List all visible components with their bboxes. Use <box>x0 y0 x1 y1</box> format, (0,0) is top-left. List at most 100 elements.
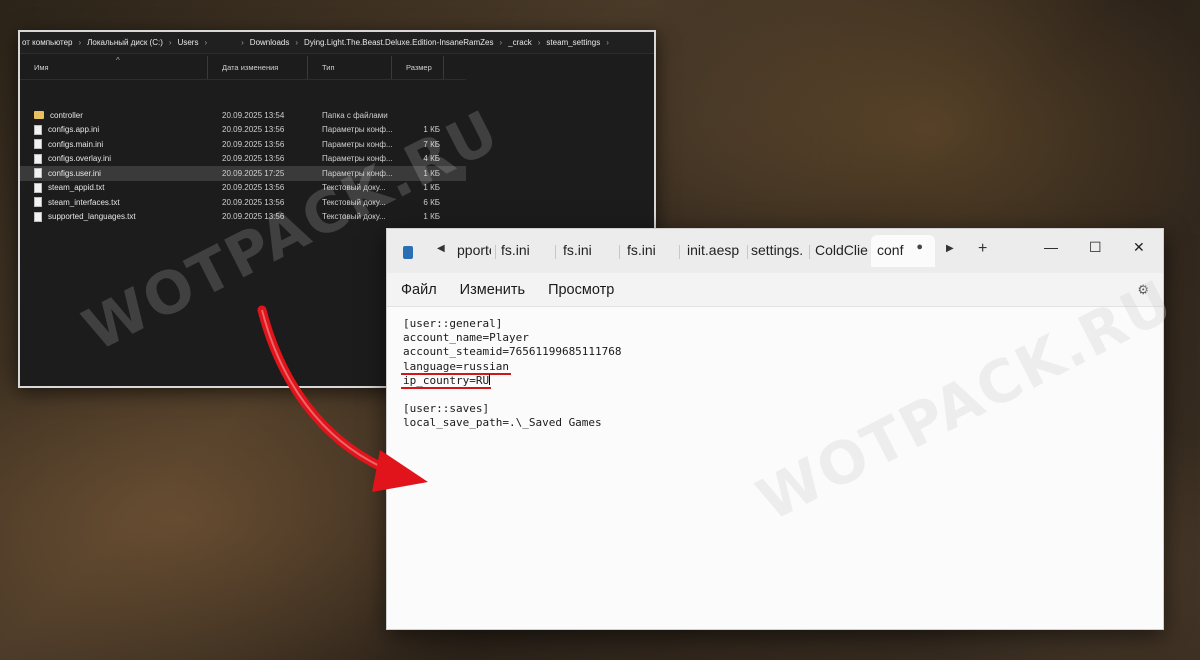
menu-view[interactable]: Просмотр <box>548 282 614 298</box>
breadcrumb-item[interactable]: Downloads <box>250 38 290 47</box>
menu-bar: Файл Изменить Просмотр ⚙ <box>387 273 1163 307</box>
tab-divider <box>619 245 620 259</box>
breadcrumb-item[interactable]: Локальный диск (C:) <box>87 38 163 47</box>
breadcrumb-item[interactable]: Users <box>178 38 199 47</box>
file-name: steam_appid.txt <box>48 183 105 193</box>
file-size: 1 КБ <box>423 125 440 135</box>
editor-line-text: account_steamid=76561199685111768 <box>403 345 622 359</box>
breadcrumb-separator-icon: › <box>295 38 299 47</box>
minimize-button[interactable]: — <box>1044 239 1058 255</box>
file-name: configs.overlay.ini <box>48 154 111 164</box>
tab-active[interactable]: conf ● <box>871 235 935 267</box>
column-header-type[interactable]: Тип <box>308 56 392 79</box>
file-name-cell: configs.app.ini <box>20 124 208 135</box>
column-header-name[interactable]: ^ Имя <box>20 56 208 79</box>
file-icon <box>34 168 42 179</box>
tab[interactable]: fs.ini <box>627 242 656 258</box>
new-tab-button[interactable]: + <box>978 240 987 258</box>
breadcrumb-separator-icon: › <box>168 38 172 47</box>
settings-gear-icon[interactable]: ⚙ <box>1137 282 1149 298</box>
tab[interactable]: fs.ini <box>501 242 530 258</box>
file-row[interactable]: controller 20.09.2025 13:54 Папка с файлам… <box>20 108 466 123</box>
file-name: configs.main.ini <box>48 139 104 149</box>
editor-line-text: language=russian <box>401 359 511 375</box>
breadcrumb-separator-icon: › <box>537 38 541 47</box>
file-row[interactable]: configs.main.ini 20.09.2025 13:56 Параметр… <box>20 137 466 152</box>
file-size: 1 КБ <box>423 168 440 178</box>
title-bar: ◀ pporte fs.ini fs.ini fs.ini init.aesp … <box>387 229 1163 273</box>
menu-file[interactable]: Файл <box>401 282 437 298</box>
file-icon <box>34 153 42 164</box>
text-editor[interactable]: [user::general] account_name=Player accoun… <box>387 307 1163 629</box>
file-size: 6 КБ <box>423 197 440 207</box>
menu-edit[interactable]: Изменить <box>460 282 525 298</box>
breadcrumb-item[interactable]: Dying.Light.The.Beast.Deluxe.Edition-Ins… <box>304 38 493 47</box>
tab-divider <box>679 245 680 259</box>
breadcrumb: от компьютер › Локальный диск (C:) › Use… <box>20 32 654 54</box>
breadcrumb-item[interactable]: steam_settings <box>546 38 600 47</box>
file-name-cell: configs.main.ini <box>20 139 208 150</box>
file-size: 1 КБ <box>423 212 440 222</box>
file-date: 20.09.2025 13:56 <box>222 183 285 193</box>
breadcrumb-item[interactable]: _crack <box>508 38 532 47</box>
file-icon <box>34 124 42 135</box>
column-header-label: Имя <box>34 63 49 72</box>
column-header-size[interactable]: Размер <box>392 56 444 79</box>
file-name-cell: supported_languages.txt <box>20 211 208 222</box>
file-icon <box>34 211 42 222</box>
file-date: 20.09.2025 13:56 <box>222 125 285 135</box>
column-header-row: ^ Имя Дата изменения Тип Размер <box>20 56 466 80</box>
editor-line: local_save_path=.\_Saved Games <box>403 416 1163 430</box>
file-icon <box>34 197 42 208</box>
file-date: 20.09.2025 13:54 <box>222 110 285 120</box>
file-row[interactable]: configs.overlay.ini 20.09.2025 13:56 Парам… <box>20 152 466 167</box>
breadcrumb-separator-icon: › <box>241 38 244 47</box>
editor-line-text: [user::general] <box>403 317 503 330</box>
file-row[interactable]: steam_interfaces.txt 20.09.2025 13:56 Текс… <box>20 195 466 210</box>
file-row[interactable]: configs.app.ini 20.09.2025 13:56 Параметры… <box>20 123 466 138</box>
breadcrumb-separator-icon: › <box>606 38 609 47</box>
tab-active-label: conf <box>877 242 904 258</box>
file-type: Параметры конф... <box>322 154 392 164</box>
file-name-cell: steam_appid.txt <box>20 182 208 193</box>
tab[interactable]: pporte <box>457 242 491 258</box>
editor-line-text: account_name=Player <box>403 331 529 345</box>
breadcrumb-separator-icon: › <box>204 38 208 47</box>
tab[interactable]: init.aesp <box>687 242 745 258</box>
text-cursor <box>489 373 491 385</box>
editor-line: account_steamid=76561199685111768 <box>403 345 1163 359</box>
tab-divider <box>809 245 810 259</box>
column-header-date[interactable]: Дата изменения <box>208 56 308 79</box>
breadcrumb-item[interactable]: от компьютер <box>22 38 73 47</box>
file-name: supported_languages.txt <box>48 212 136 222</box>
tab-divider <box>747 245 748 259</box>
unsaved-dot-icon[interactable]: ● <box>916 241 923 253</box>
file-type: Текстовый доку... <box>322 183 386 193</box>
tab[interactable]: fs.ini <box>563 242 592 258</box>
tab[interactable]: settings. <box>751 242 807 258</box>
file-type: Параметры конф... <box>322 168 392 178</box>
file-date: 20.09.2025 13:56 <box>222 197 285 207</box>
tab[interactable]: ColdClie <box>815 242 871 258</box>
file-type: Текстовый доку... <box>322 212 386 222</box>
close-button[interactable]: ✕ <box>1133 239 1145 256</box>
editor-line-text: local_save_path=.\_Saved Games <box>403 416 602 430</box>
file-size: 4 КБ <box>423 154 440 164</box>
editor-line: ip_country=RU <box>401 373 1163 389</box>
file-row[interactable]: configs.user.ini 20.09.2025 17:25 Параметр… <box>20 166 466 181</box>
editor-line: [user::saves] <box>403 402 1163 416</box>
file-date: 20.09.2025 13:56 <box>222 212 285 222</box>
breadcrumb-separator-icon: › <box>78 38 82 47</box>
file-row[interactable]: steam_appid.txt 20.09.2025 13:56 Текстовый… <box>20 181 466 196</box>
file-name-cell: controller <box>20 111 208 120</box>
file-row[interactable]: supported_languages.txt 20.09.2025 13:56 Т… <box>20 210 466 225</box>
tab-scroll-left-icon[interactable]: ◀ <box>437 243 445 254</box>
editor-line-text: [user::saves] <box>403 402 490 416</box>
file-name: configs.app.ini <box>48 125 100 135</box>
tab-divider <box>555 245 556 259</box>
file-name-cell: steam_interfaces.txt <box>20 197 208 208</box>
maximize-button[interactable]: ☐ <box>1089 239 1102 256</box>
file-type: Папка с файлами <box>322 110 388 120</box>
tab-scroll-right-icon[interactable]: ▶ <box>946 243 954 254</box>
file-type: Параметры конф... <box>322 125 392 135</box>
